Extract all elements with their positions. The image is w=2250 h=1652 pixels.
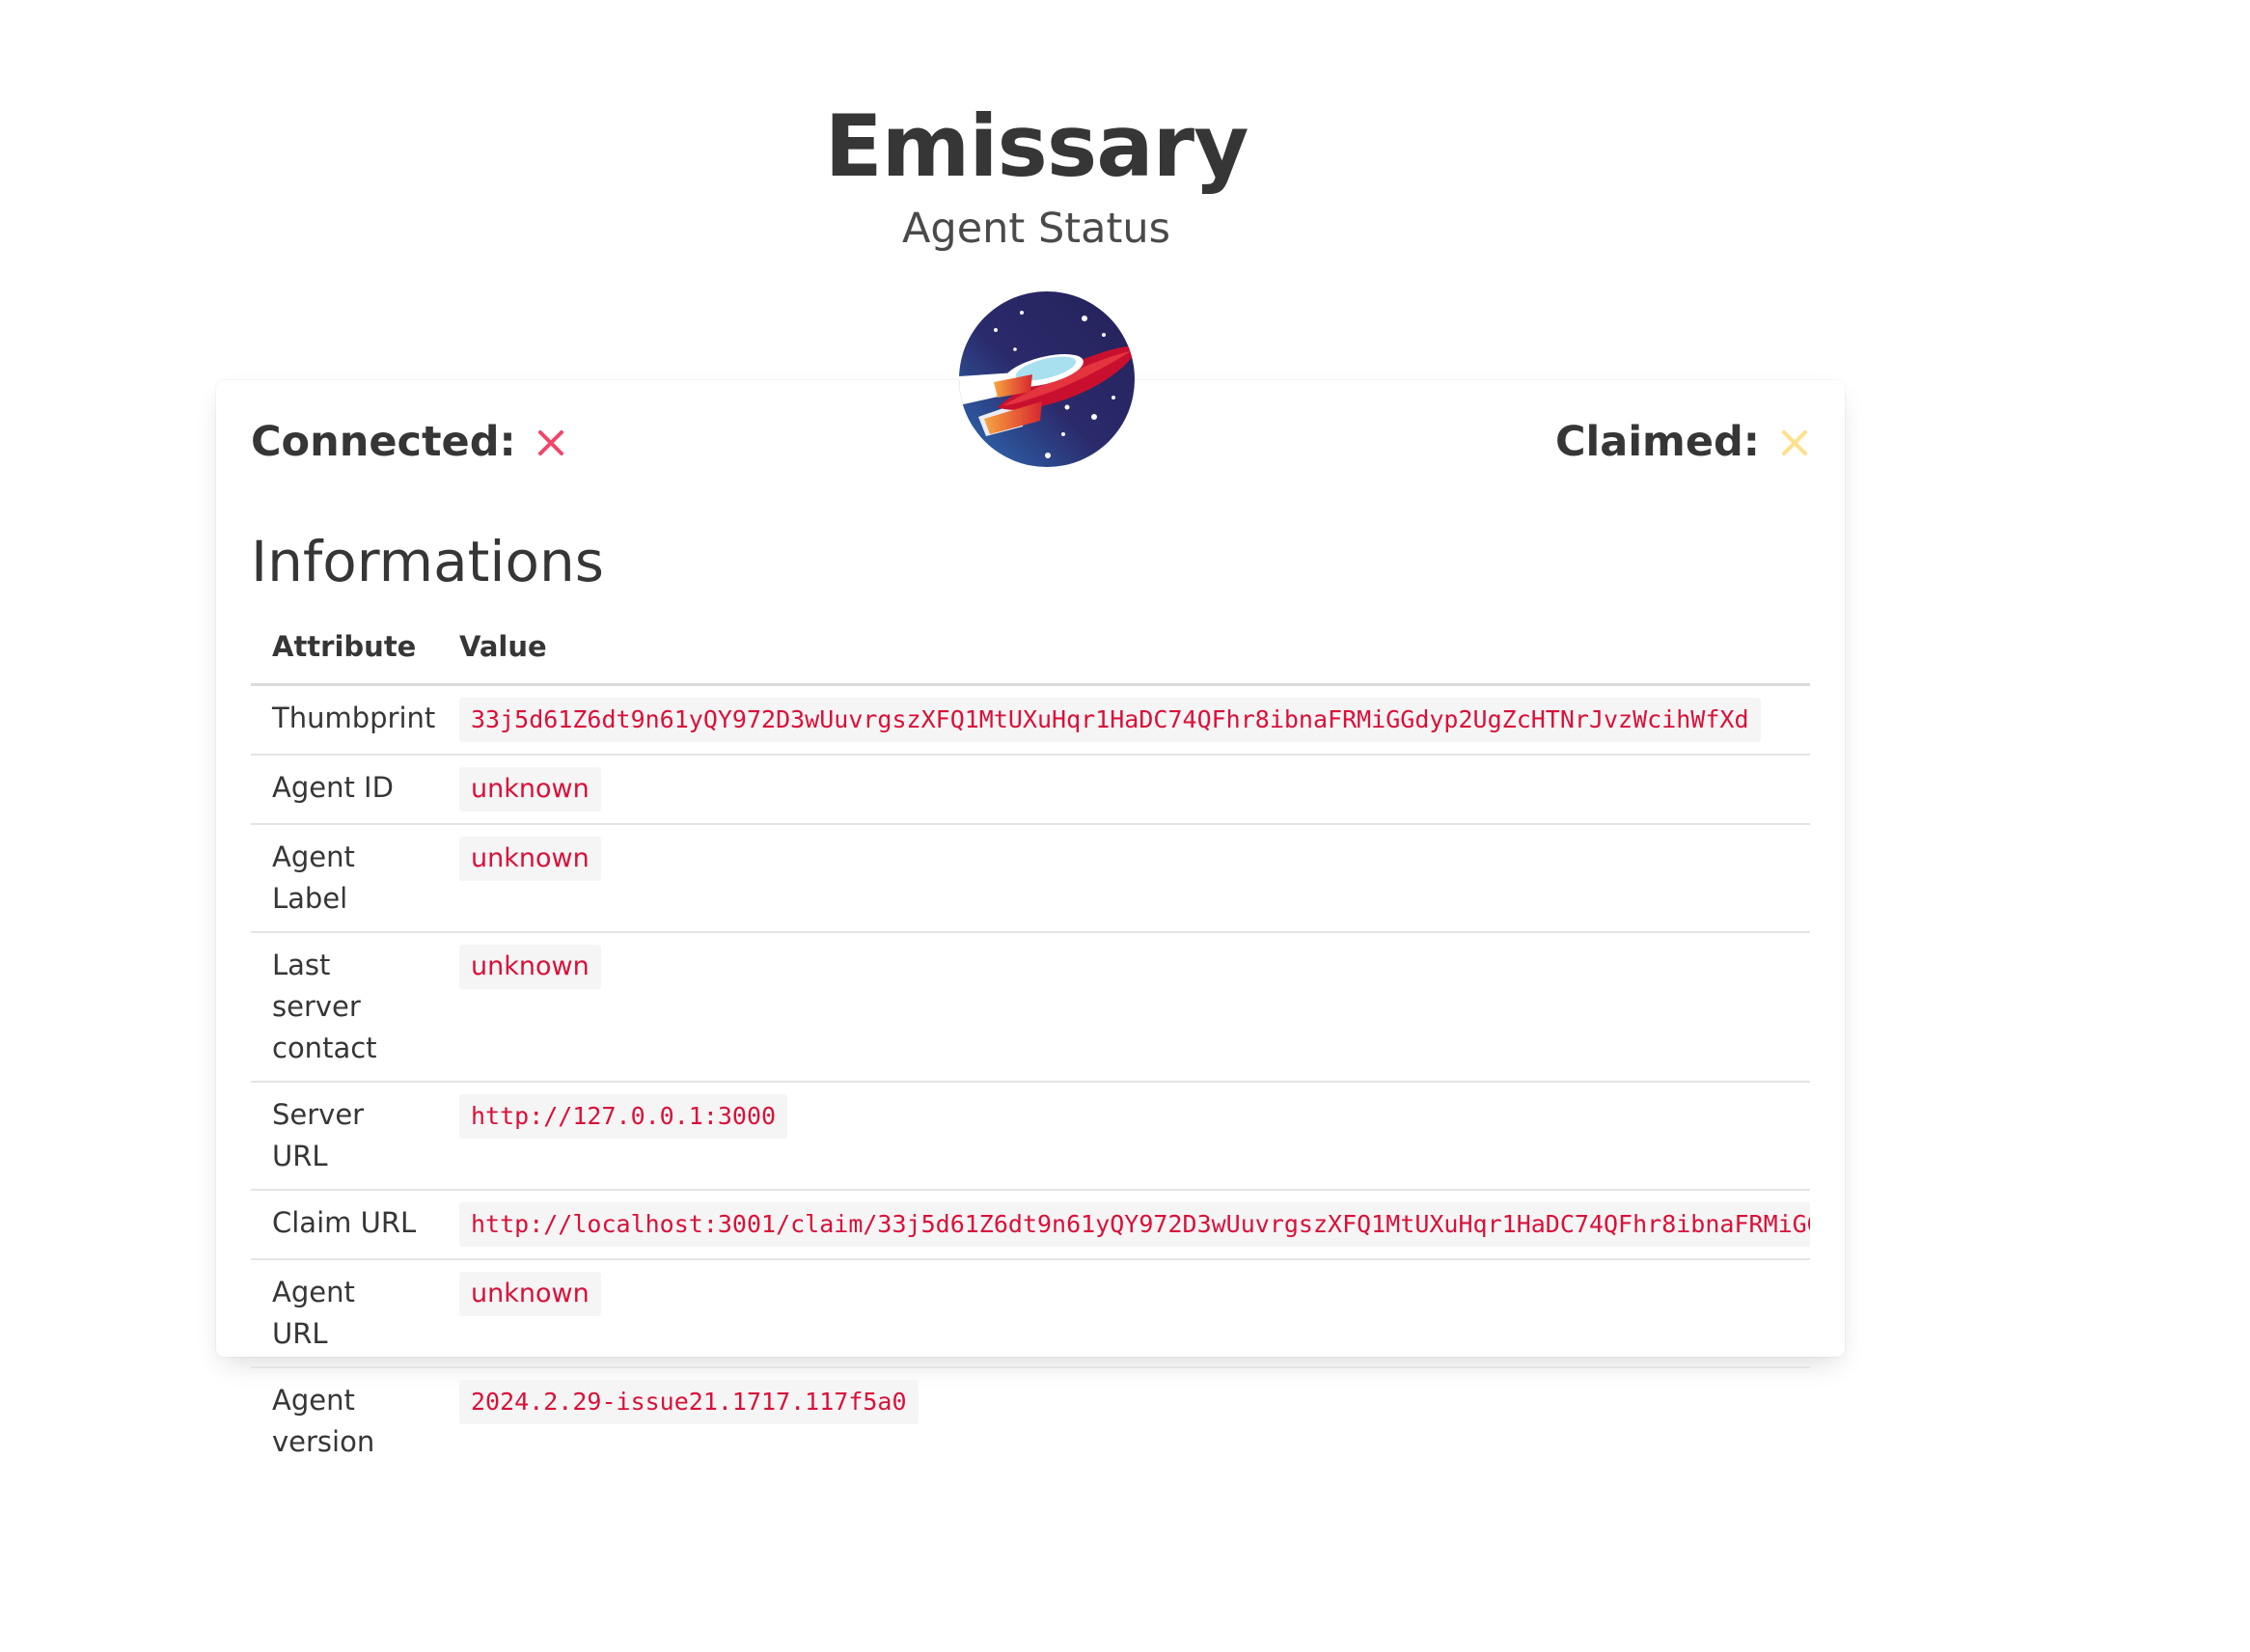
column-header-value: Value [438, 610, 1810, 686]
table-row: Agent Label unknown [251, 824, 1810, 933]
informations-title: Informations [251, 529, 604, 594]
agent-label-value: unknown [459, 837, 601, 881]
rocket-logo-icon [959, 291, 1135, 467]
table-row: Thumbprint 33j5d61Z6dt9n61yQY972D3wUuvrg… [251, 684, 1810, 756]
value-cell: http://127.0.0.1:3000 [438, 1082, 1810, 1191]
value-cell: 33j5d61Z6dt9n61yQY972D3wUuvrgszXFQ1MtUXu… [438, 684, 1810, 756]
table-header-row: Attribute Value [251, 610, 1810, 686]
claim-url-value[interactable]: http://localhost:3001/claim/33j5d61Z6dt9… [459, 1202, 1810, 1247]
table-row: Claim URL http://localhost:3001/claim/33… [251, 1190, 1810, 1260]
table-row: Last server contact unknown [251, 932, 1810, 1083]
table-row: Agent ID unknown [251, 755, 1810, 825]
connected-status: Connected: [251, 422, 564, 463]
informations-table: Attribute Value Thumbprint 33j5d61Z6dt9n… [251, 610, 1810, 1474]
claimed-status: Claimed: [1555, 422, 1808, 463]
column-header-attribute: Attribute [251, 610, 438, 686]
value-cell: unknown [438, 755, 1810, 825]
value-cell: http://localhost:3001/claim/33j5d61Z6dt9… [438, 1190, 1810, 1260]
table-row: Agent version 2024.2.29-issue21.1717.117… [251, 1367, 1810, 1474]
attribute-cell: Agent Label [251, 824, 438, 933]
connected-label: Connected: [251, 418, 516, 466]
last-server-contact-value: unknown [459, 945, 601, 989]
value-cell: unknown [438, 1259, 1810, 1368]
table-row: Server URL http://127.0.0.1:3000 [251, 1082, 1810, 1191]
attribute-cell: Thumbprint [251, 684, 438, 756]
value-cell: 2024.2.29-issue21.1717.117f5a0 [438, 1367, 1810, 1474]
attribute-cell: Claim URL [251, 1190, 438, 1260]
server-url-value[interactable]: http://127.0.0.1:3000 [459, 1094, 788, 1139]
attribute-cell: Server URL [251, 1082, 438, 1191]
table-row: Agent URL unknown [251, 1259, 1810, 1368]
cross-icon [537, 429, 563, 455]
thumbprint-value: 33j5d61Z6dt9n61yQY972D3wUuvrgszXFQ1MtUXu… [459, 698, 1761, 742]
agent-id-value: unknown [459, 767, 601, 812]
attribute-cell: Last server contact [251, 932, 438, 1083]
page-header: Emissary Agent Status [216, 104, 1856, 250]
value-cell: unknown [438, 824, 1810, 933]
page-title: Emissary [824, 96, 1249, 196]
value-cell: unknown [438, 932, 1810, 1083]
page-subtitle: Agent Status [902, 205, 1170, 253]
agent-url-value: unknown [459, 1272, 601, 1316]
claimed-label: Claimed: [1555, 418, 1760, 466]
agent-version-value: 2024.2.29-issue21.1717.117f5a0 [459, 1380, 919, 1424]
cross-icon [1782, 429, 1807, 455]
attribute-cell: Agent URL [251, 1259, 438, 1368]
attribute-cell: Agent version [272, 1384, 375, 1458]
attribute-cell: Agent ID [251, 755, 438, 825]
